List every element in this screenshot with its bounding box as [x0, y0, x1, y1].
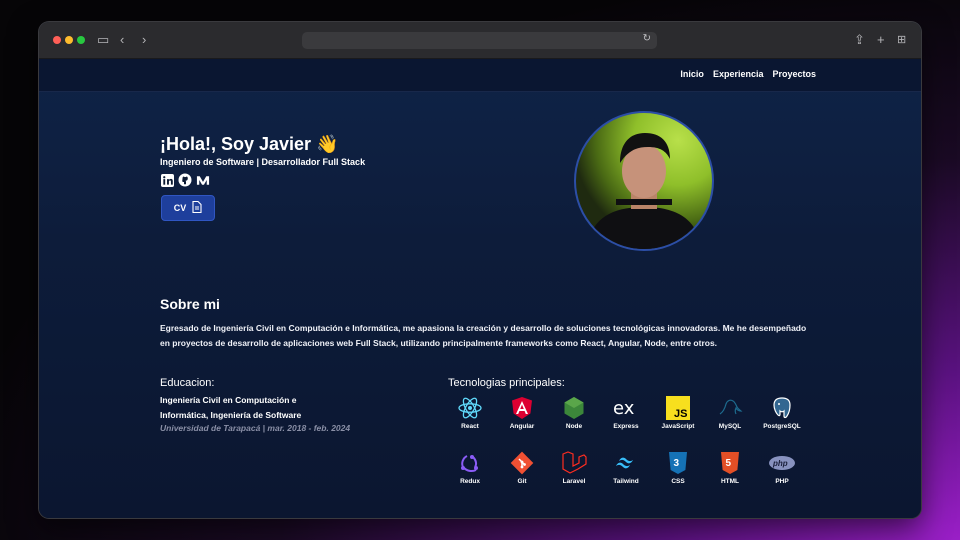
about-text: Egresado de Ingeniería Civil en Computac…	[160, 323, 807, 348]
tailwind-icon	[600, 449, 652, 477]
svg-text:php: php	[772, 459, 788, 468]
cv-download-button[interactable]: CV	[161, 195, 215, 221]
cv-label: CV	[173, 203, 187, 213]
tech-label: Tailwind	[613, 478, 639, 485]
tech-label: HTML	[720, 478, 740, 485]
close-window-button[interactable]	[53, 36, 61, 44]
tech-label: Angular	[509, 423, 535, 430]
tech-item-express: ex Express	[600, 394, 652, 430]
sidebar-toggle-icon[interactable]: ▭	[97, 32, 109, 48]
top-navbar: Inicio Experiencia Proyectos	[39, 59, 921, 92]
profile-photo	[574, 111, 714, 251]
hero-subtitle: Ingeniero de Software | Desarrollador Fu…	[160, 157, 366, 167]
svg-text:5: 5	[726, 458, 732, 469]
tech-label: JavaScript	[661, 423, 695, 430]
nav-link-proyectos[interactable]: Proyectos	[772, 69, 816, 79]
about-title: Sobre mi	[160, 296, 220, 312]
tech-label: CSS	[671, 478, 685, 485]
social-links	[160, 173, 210, 187]
tech-item-tailwind: Tailwind	[600, 449, 652, 485]
mysql-icon	[704, 394, 756, 422]
browser-toolbar: ▭ ‹ › ↻ ⇪ + ⊞	[39, 22, 921, 59]
portfolio-page: Inicio Experiencia Proyectos ¡Hola!, Soy…	[39, 59, 921, 518]
tech-label: Node	[565, 423, 583, 430]
forward-icon[interactable]: ›	[142, 32, 146, 48]
postgresql-icon	[756, 394, 808, 422]
tech-label: PHP	[775, 478, 789, 485]
svg-text:3: 3	[674, 458, 680, 469]
tech-label: Laravel	[562, 478, 586, 485]
tech-heading: Tecnologias principales:	[448, 377, 565, 389]
tech-label: PostgreSQL	[763, 423, 801, 430]
svg-text:JS: JS	[674, 408, 687, 420]
linkedin-icon[interactable]	[160, 173, 174, 187]
minimize-window-button[interactable]	[65, 36, 73, 44]
github-icon[interactable]	[178, 173, 192, 187]
tech-label: Git	[517, 478, 527, 485]
address-bar[interactable]: ↻	[302, 32, 657, 49]
javascript-icon: JS	[652, 394, 704, 422]
tech-item-react: React	[444, 394, 496, 430]
git-icon	[496, 449, 548, 477]
tech-item-html: 5 HTML	[704, 449, 756, 485]
tech-item-css: 3 CSS	[652, 449, 704, 485]
tech-item-angular: Angular	[496, 394, 548, 430]
education-degree: Ingeniería Civil en Computación e Inform…	[160, 395, 302, 420]
css3-icon: 3	[652, 449, 704, 477]
tech-label: Redux	[460, 478, 480, 485]
tech-label: React	[461, 423, 479, 430]
tab-overview-icon[interactable]: ⊞	[897, 32, 906, 48]
redux-icon	[444, 449, 496, 477]
browser-window: ▭ ‹ › ↻ ⇪ + ⊞ Inicio Experiencia Proyect…	[39, 22, 921, 518]
tech-item-mysql: MySQL	[704, 394, 756, 430]
document-icon	[192, 200, 202, 215]
back-icon[interactable]: ‹	[120, 32, 124, 48]
tech-label: MySQL	[718, 423, 742, 430]
tech-item-git: Git	[496, 449, 548, 485]
education-university: Universidad de Tarapacá | mar. 2018 - fe…	[160, 423, 351, 433]
share-icon[interactable]: ⇪	[854, 32, 865, 48]
tech-item-javascript: JS JavaScript	[652, 394, 704, 430]
reload-icon[interactable]: ↻	[643, 33, 651, 44]
new-tab-icon[interactable]: +	[877, 32, 885, 48]
html5-icon: 5	[704, 449, 756, 477]
nav-link-experiencia[interactable]: Experiencia	[713, 69, 764, 79]
react-icon	[444, 394, 496, 422]
laravel-icon	[548, 449, 600, 477]
tech-item-laravel: Laravel	[548, 449, 600, 485]
express-icon: ex	[600, 394, 652, 422]
tech-item-redux: Redux	[444, 449, 496, 485]
tech-label: Express	[613, 423, 639, 430]
nodejs-icon	[548, 394, 600, 422]
php-icon: php	[756, 449, 808, 477]
medium-icon[interactable]	[196, 173, 210, 187]
angular-icon	[496, 394, 548, 422]
nav-link-inicio[interactable]: Inicio	[680, 69, 704, 79]
tech-item-node: Node	[548, 394, 600, 430]
tech-item-postgresql: PostgreSQL	[756, 394, 808, 430]
hero-title: ¡Hola!, Soy Javier 👋	[160, 134, 339, 154]
svg-text:ex: ex	[613, 398, 635, 418]
tech-item-php: php PHP	[756, 449, 808, 485]
education-heading: Educacion:	[160, 377, 215, 389]
zoom-window-button[interactable]	[77, 36, 85, 44]
